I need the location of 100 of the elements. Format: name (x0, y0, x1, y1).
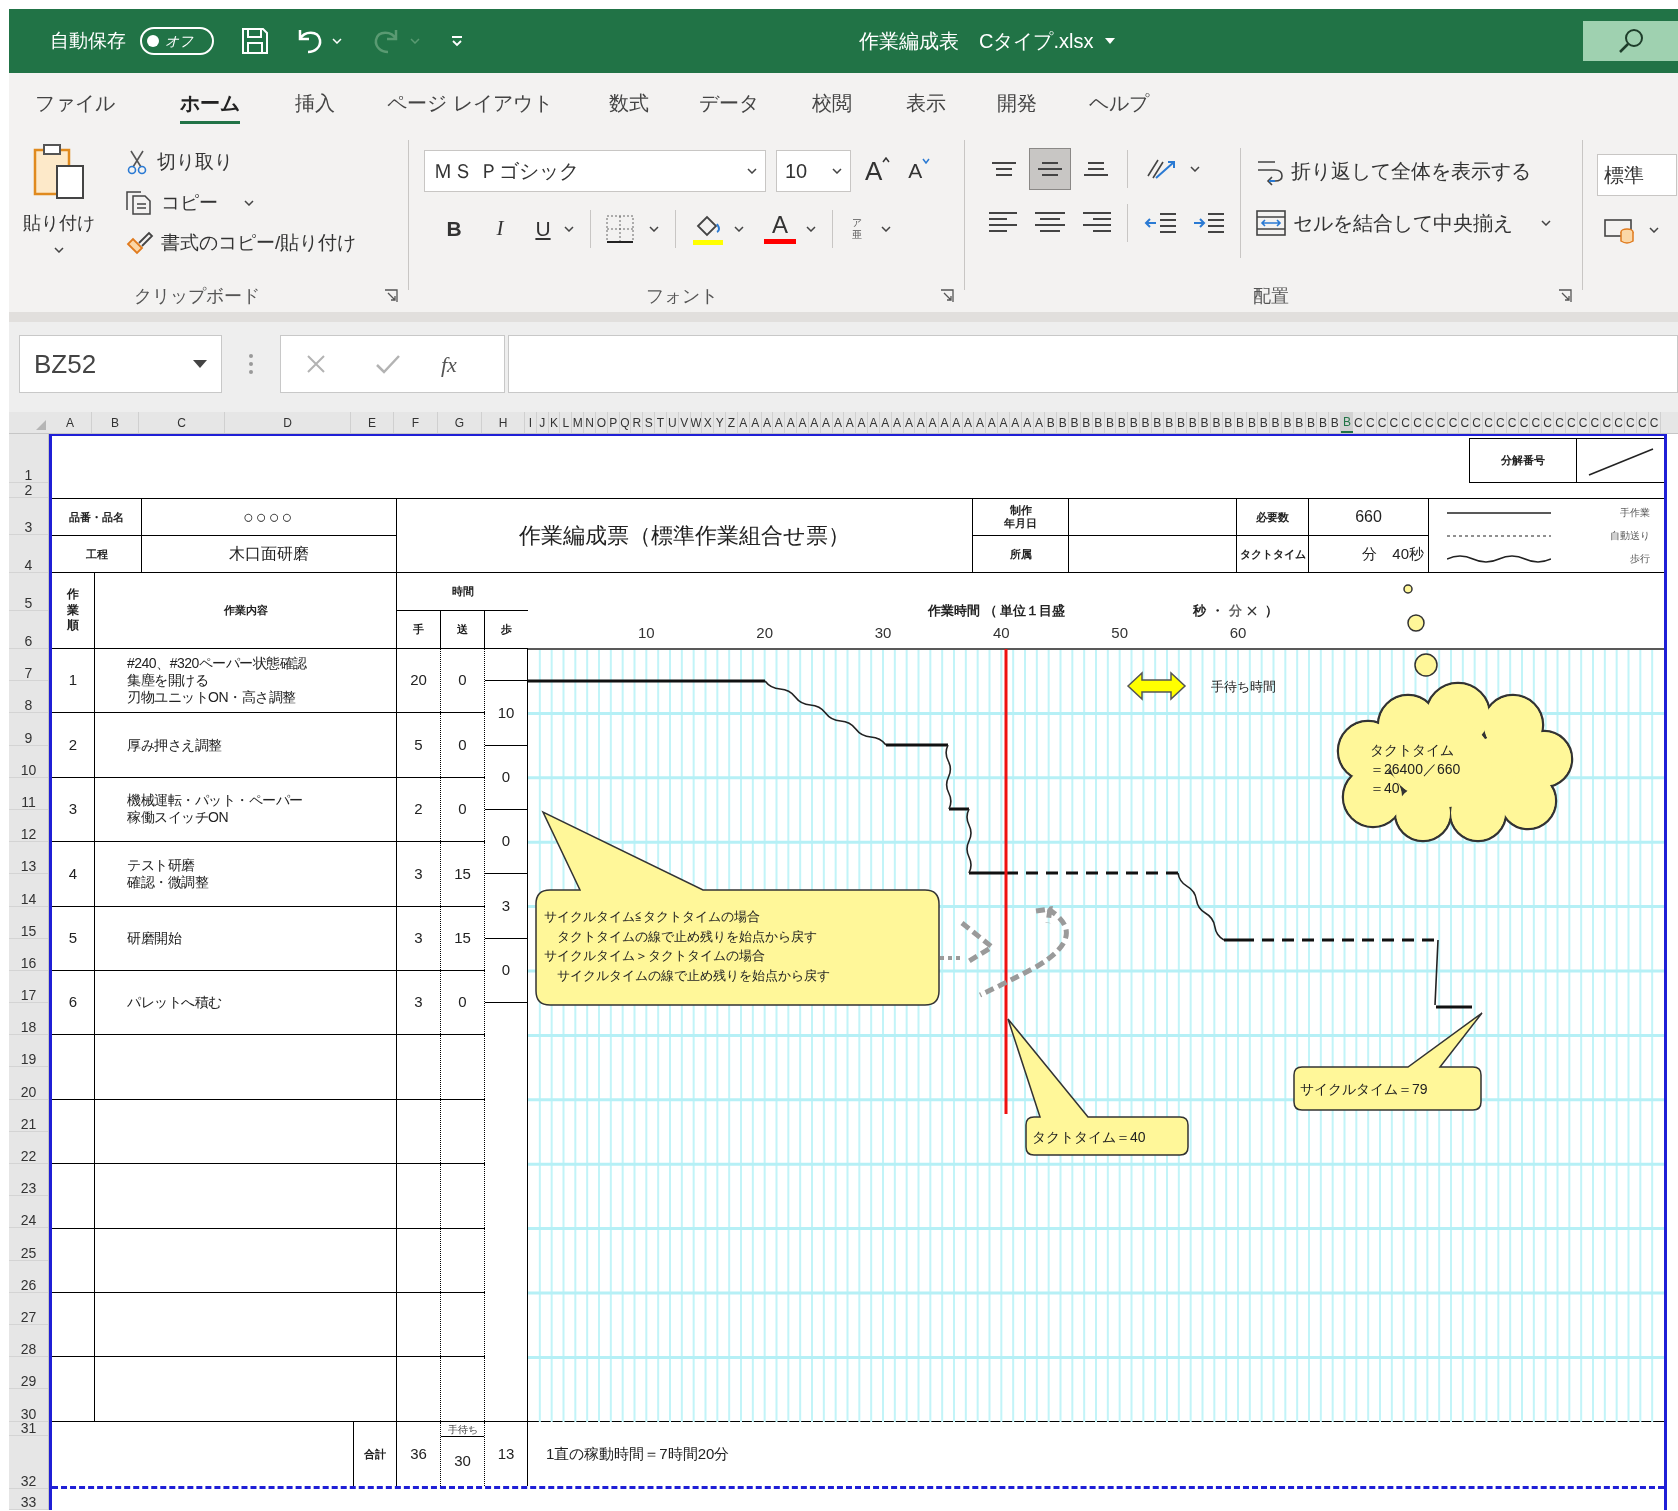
row-header[interactable]: 18 (9, 1003, 48, 1036)
column-header[interactable]: M (572, 412, 585, 433)
column-header[interactable]: C (1589, 412, 1602, 433)
row-header[interactable]: 22 (9, 1131, 48, 1164)
column-header[interactable]: C (1412, 412, 1424, 433)
column-header[interactable]: C (1542, 412, 1555, 433)
row-header[interactable]: 1 (9, 434, 48, 483)
ribbon-tab[interactable]: 開発 (996, 79, 1037, 124)
row-header[interactable]: 31 (9, 1421, 48, 1436)
column-header[interactable]: A (761, 412, 774, 433)
borders-icon[interactable] (605, 214, 635, 244)
ribbon-tab[interactable]: 校閲 (811, 79, 852, 124)
column-header[interactable]: C (1400, 412, 1413, 433)
save-icon[interactable] (240, 26, 270, 56)
column-header[interactable]: L (560, 412, 573, 433)
column-header[interactable]: A (986, 412, 999, 433)
column-header[interactable]: A (1021, 412, 1034, 433)
row-header[interactable]: 33 (9, 1488, 48, 1510)
column-header[interactable]: F (394, 412, 438, 433)
column-header[interactable]: C (1601, 412, 1614, 433)
font-size-dropdown[interactable]: 10 (776, 150, 851, 192)
row-header[interactable]: 2 (9, 483, 48, 498)
column-header[interactable]: H (482, 412, 525, 433)
row-header[interactable]: 19 (9, 1035, 48, 1068)
column-header[interactable]: B (1211, 412, 1223, 433)
column-header[interactable]: C (1648, 412, 1661, 433)
column-header[interactable]: B (1199, 412, 1212, 433)
row-header[interactable]: 5 (9, 573, 48, 611)
column-header[interactable]: A (915, 412, 928, 433)
column-header[interactable]: W (690, 412, 703, 433)
column-header[interactable]: A (879, 412, 892, 433)
shrink-font-button[interactable]: A (908, 155, 931, 187)
row-header[interactable]: 12 (9, 809, 48, 843)
merge-center-button[interactable]: セルを結合して中央揃え (1255, 208, 1551, 238)
column-header[interactable]: A (832, 412, 845, 433)
column-header[interactable]: X (702, 412, 715, 433)
dialog-launcher-icon[interactable] (940, 289, 954, 303)
column-header[interactable]: A (998, 412, 1010, 433)
row-header[interactable]: 11 (9, 777, 48, 810)
ribbon-tab[interactable]: ページ レイアウト (387, 79, 553, 124)
row-header[interactable]: 8 (9, 681, 48, 714)
font-name-dropdown[interactable]: ＭＳ Ｐゴシック (424, 150, 766, 192)
column-header[interactable]: B (1151, 412, 1164, 433)
search-button[interactable] (1583, 21, 1678, 61)
column-header[interactable]: C (1506, 412, 1519, 433)
column-header[interactable]: B (1128, 412, 1141, 433)
dialog-launcher-icon[interactable] (1558, 289, 1572, 303)
column-header[interactable]: A (927, 412, 939, 433)
column-header[interactable]: B (1092, 412, 1105, 433)
column-header[interactable]: Y (714, 412, 727, 433)
column-header[interactable]: C (1518, 412, 1531, 433)
column-header[interactable]: C (1459, 412, 1472, 433)
column-header[interactable]: C (1577, 412, 1590, 433)
insert-function-button[interactable]: fx (441, 347, 457, 381)
row-header[interactable]: 20 (9, 1067, 48, 1100)
row-header[interactable]: 16 (9, 938, 48, 971)
column-header[interactable]: B (1069, 412, 1081, 433)
column-header[interactable]: A (749, 412, 762, 433)
column-header[interactable]: I (525, 412, 537, 433)
column-header[interactable]: B (1187, 412, 1200, 433)
number-format-icon[interactable] (1603, 216, 1637, 244)
column-header[interactable]: A (49, 412, 92, 433)
column-header[interactable]: C (1554, 412, 1566, 433)
cut-button[interactable]: 切り取り (125, 148, 357, 177)
row-header[interactable]: 27 (9, 1292, 48, 1325)
column-header[interactable]: C (1423, 412, 1436, 433)
column-header[interactable]: C (1352, 412, 1365, 433)
row-header[interactable]: 29 (9, 1357, 48, 1390)
column-header[interactable]: G (438, 412, 482, 433)
column-header[interactable]: C (1388, 412, 1401, 433)
column-header[interactable]: A (737, 412, 750, 433)
column-header[interactable]: A (785, 412, 798, 433)
column-header[interactable]: B (1140, 412, 1152, 433)
column-header[interactable]: B (1080, 412, 1093, 433)
column-header[interactable]: A (773, 412, 786, 433)
column-header[interactable]: C (139, 412, 225, 433)
column-header[interactable]: Q (619, 412, 632, 433)
column-header[interactable]: A (856, 412, 868, 433)
column-header[interactable]: C (1494, 412, 1507, 433)
row-header[interactable]: 14 (9, 874, 48, 907)
underline-button[interactable]: U (528, 213, 558, 245)
column-header[interactable]: C (1435, 412, 1448, 433)
dialog-launcher-icon[interactable] (384, 289, 398, 303)
ribbon-tab[interactable]: 表示 (905, 79, 946, 124)
column-header[interactable]: C (1530, 412, 1543, 433)
column-header[interactable]: V (678, 412, 691, 433)
number-format-dropdown[interactable]: 標準 (1597, 154, 1677, 196)
row-header[interactable]: 24 (9, 1196, 48, 1229)
column-header[interactable]: C (1565, 412, 1578, 433)
format-painter-button[interactable]: 書式のコピー/貼り付け (125, 229, 357, 258)
column-header[interactable]: A (797, 412, 809, 433)
column-header[interactable]: A (950, 412, 963, 433)
row-header[interactable]: 21 (9, 1099, 48, 1132)
column-header[interactable]: J (536, 412, 549, 433)
column-header[interactable]: A (868, 412, 880, 433)
row-header[interactable]: 17 (9, 970, 48, 1004)
customize-toolbar-icon[interactable] (450, 35, 464, 47)
column-header[interactable]: K (548, 412, 561, 433)
column-header[interactable]: B (1104, 412, 1117, 433)
bold-button[interactable]: B (436, 213, 472, 245)
